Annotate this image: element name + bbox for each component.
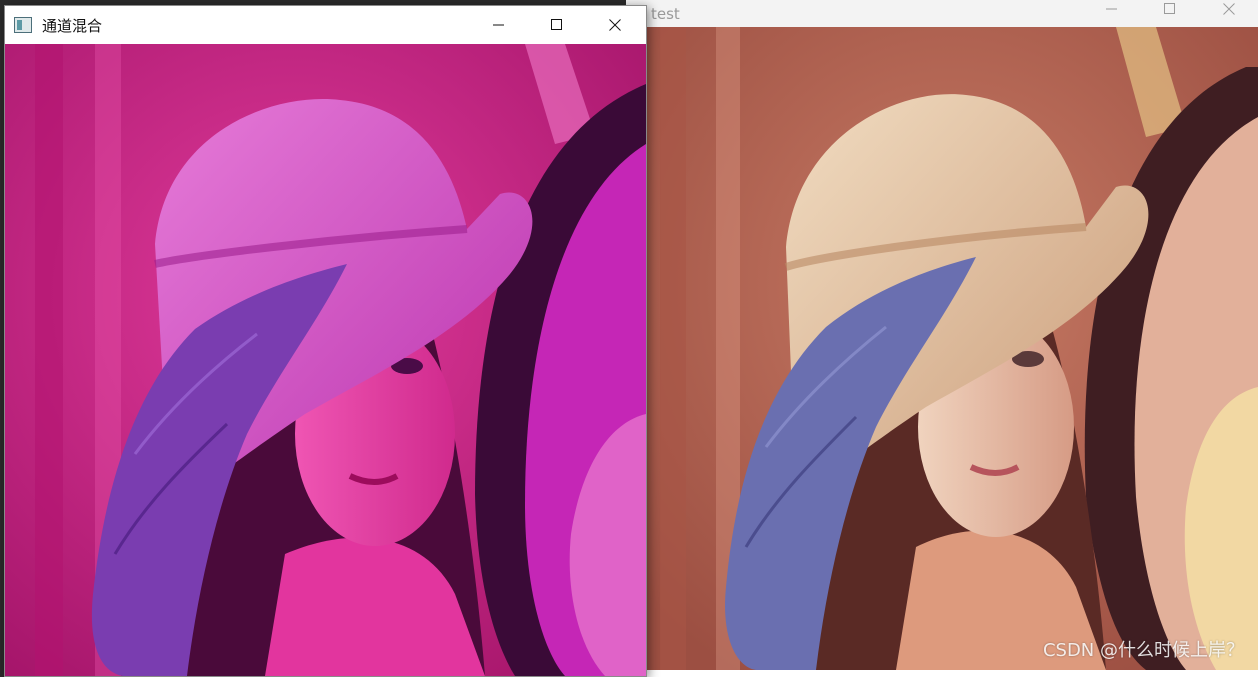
app-window-icon: [14, 17, 32, 33]
test-window[interactable]: test CSDN @什么时候上岸？: [626, 0, 1258, 677]
close-button[interactable]: [1206, 0, 1252, 18]
close-button[interactable]: [586, 6, 644, 44]
window-title: 通道混合: [42, 16, 103, 35]
test-image-canvas: CSDN @什么时候上岸？: [646, 27, 1258, 670]
minimize-icon: [1106, 8, 1117, 10]
maximize-icon: [551, 19, 562, 30]
blend-image-canvas: [5, 44, 646, 676]
portrait-photo: [646, 27, 1258, 670]
minimize-button[interactable]: [1089, 0, 1135, 18]
minimize-button[interactable]: [470, 6, 528, 44]
channel-blend-window[interactable]: 通道混合: [4, 5, 647, 677]
maximize-icon: [1164, 3, 1175, 14]
close-icon: [1223, 3, 1235, 15]
maximize-button[interactable]: [528, 6, 586, 44]
maximize-button[interactable]: [1147, 0, 1193, 18]
minimize-icon: [493, 24, 504, 26]
portrait-photo-magenta: [5, 44, 646, 676]
csdn-watermark: CSDN @什么时候上岸？: [1042, 640, 1244, 661]
close-icon: [609, 19, 621, 31]
window-title: test: [651, 4, 680, 23]
